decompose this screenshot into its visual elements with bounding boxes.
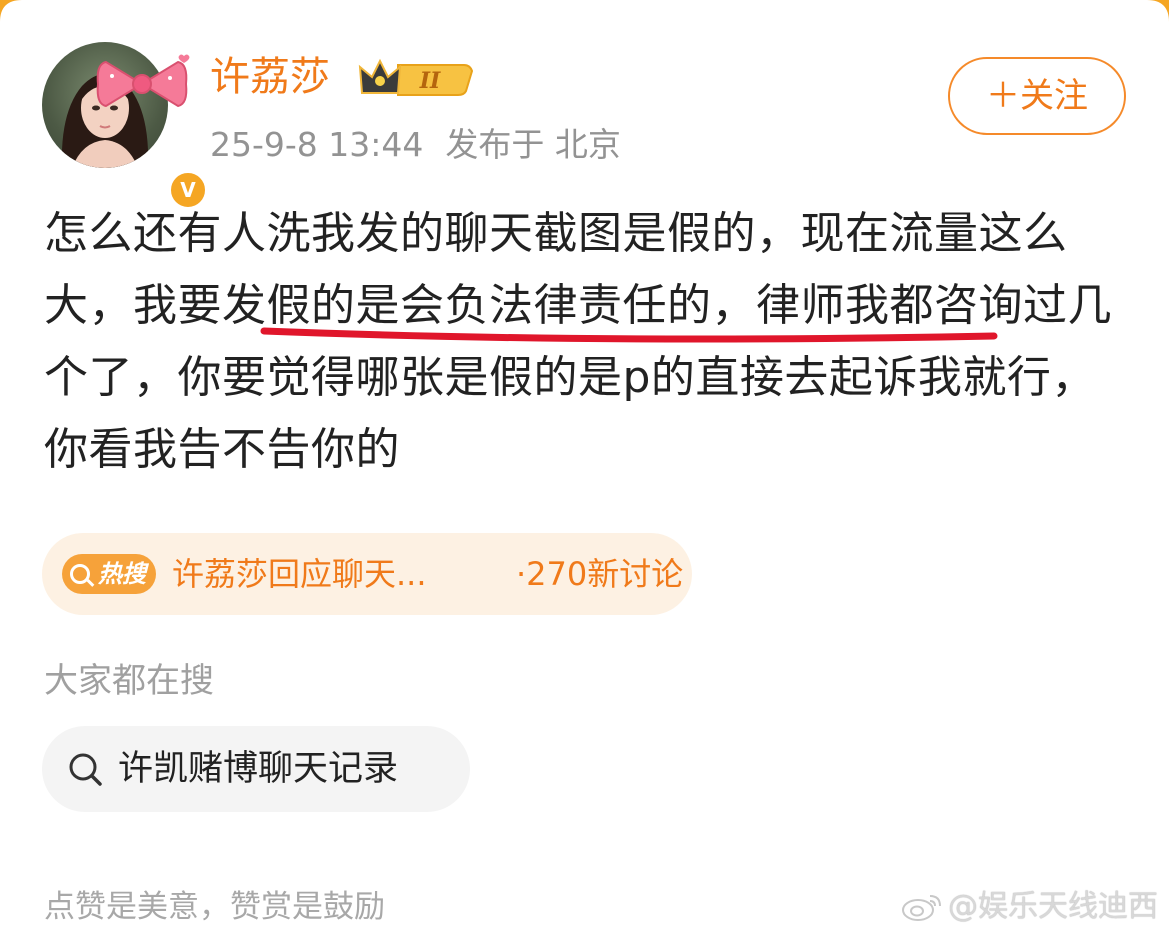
hot-search-count: ·270新讨论 bbox=[516, 555, 684, 593]
post-timestamp: 25-9-8 13:44 bbox=[210, 125, 424, 164]
watermark: @娱乐天线迪西 bbox=[900, 886, 1158, 928]
reward-note: 点赞是美意，赞赏是鼓励 bbox=[44, 889, 385, 925]
hot-search-tag: 热搜 bbox=[62, 554, 156, 594]
hot-search-pill[interactable]: 热搜 许荔莎回应聊天... ·270新讨论 bbox=[42, 533, 692, 615]
username[interactable]: 许荔莎 bbox=[210, 52, 330, 102]
bow-decoration-icon bbox=[96, 54, 190, 108]
follow-button[interactable]: ＋关注 bbox=[948, 57, 1126, 135]
avatar[interactable]: V bbox=[40, 40, 208, 210]
vip-crown-badge-icon: II bbox=[358, 58, 474, 96]
post-meta: 25-9-8 13:44 发布于 北京 bbox=[210, 124, 643, 166]
hot-search-tag-label: 热搜 bbox=[98, 560, 146, 588]
search-icon bbox=[70, 564, 90, 584]
level-badge-text: II bbox=[419, 68, 441, 94]
hot-search-topic: 许荔莎回应聊天... bbox=[172, 555, 427, 593]
everyone-searching-label: 大家都在搜 bbox=[44, 661, 214, 701]
post-body-text: 怎么还有人洗我发的聊天截图是假的，现在流量这么大，我要发假的是会负法律责任的，律… bbox=[44, 208, 1112, 475]
post-location: 发布于 北京 bbox=[445, 125, 621, 164]
watermark-text: @娱乐天线迪西 bbox=[948, 889, 1158, 924]
weibo-logo-icon bbox=[902, 895, 941, 921]
suggested-search-chip[interactable]: 许凯赌博聊天记录 bbox=[42, 726, 470, 812]
suggested-search-query: 许凯赌博聊天记录 bbox=[118, 749, 399, 789]
search-icon bbox=[69, 753, 102, 786]
